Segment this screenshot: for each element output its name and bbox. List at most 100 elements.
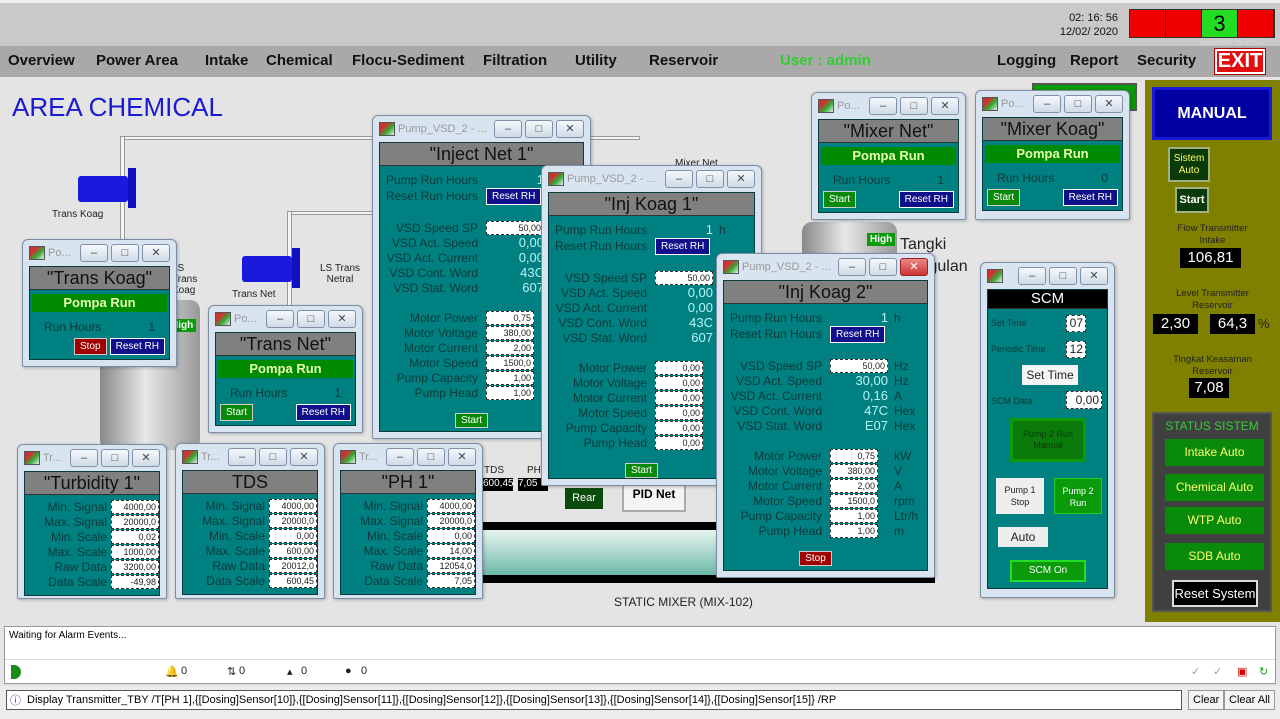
row-value-input[interactable]: 20012,0	[269, 558, 317, 573]
title-bar[interactable]: Pump_VSD_2 - ... – □ ✕	[379, 116, 584, 142]
ack-check-icon[interactable]: ✓	[1191, 665, 1200, 678]
motor-value-input[interactable]: 0,00	[655, 375, 703, 390]
row-value-input[interactable]: 7,05	[427, 573, 475, 588]
nav-intake[interactable]: Intake	[205, 52, 248, 69]
pump-icon[interactable]	[78, 168, 136, 208]
motor-value-input[interactable]: 0,00	[655, 420, 703, 435]
motor-value-input[interactable]: 1,00	[830, 508, 878, 523]
title-bar[interactable]: – □ ✕	[987, 263, 1108, 289]
row-value-input[interactable]: 600,45	[269, 573, 317, 588]
reset-rh-button[interactable]: Reset RH	[655, 237, 711, 255]
minimize-button[interactable]: –	[1018, 267, 1046, 285]
pump1-stop-button[interactable]: Pump 1 Stop	[996, 478, 1044, 514]
start-button[interactable]: Start	[624, 463, 659, 478]
exit-button[interactable]: EXIT	[1214, 48, 1266, 75]
pump2-run-button[interactable]: Pump 2 Run	[1054, 478, 1102, 514]
scm-data-input[interactable]: 0,00	[1066, 391, 1102, 409]
minimize-button[interactable]: –	[70, 449, 98, 467]
vsd-speed-sp-input[interactable]: 50,00	[486, 220, 544, 235]
motor-value-input[interactable]: 2,00	[830, 478, 878, 493]
close-button[interactable]: ✕	[1080, 267, 1108, 285]
reset-rh-button[interactable]: Reset RH	[898, 191, 954, 208]
motor-value-input[interactable]: 380,00	[486, 325, 534, 340]
chemical-auto-button[interactable]: Chemical Auto	[1165, 474, 1264, 501]
row-value-input[interactable]: 12054,0	[427, 558, 475, 573]
maximize-button[interactable]: □	[417, 448, 445, 466]
title-bar[interactable]: Po... – □ ✕	[29, 240, 170, 266]
row-value-input[interactable]: 20000,0	[427, 513, 475, 528]
minimize-button[interactable]: –	[80, 244, 108, 262]
row-value-input[interactable]: 4000,00	[269, 498, 317, 513]
row-value-input[interactable]: 3200,00	[111, 559, 159, 574]
row-value-input[interactable]: 600,00	[269, 543, 317, 558]
title-bar[interactable]: Tr... – □ ✕	[182, 444, 318, 470]
close-button[interactable]: ✕	[900, 258, 928, 276]
nav-power-area[interactable]: Power Area	[96, 52, 178, 69]
set-time-button[interactable]: Set Time	[1022, 365, 1078, 385]
alarm-cell[interactable]	[1166, 10, 1202, 37]
nav-reservoir[interactable]: Reservoir	[649, 52, 718, 69]
close-button[interactable]: ✕	[290, 448, 318, 466]
row-value-input[interactable]: 0,00	[427, 528, 475, 543]
stop-button[interactable]: Stop	[799, 551, 832, 566]
minimize-button[interactable]: –	[494, 120, 522, 138]
vsd-speed-sp-input[interactable]: 50,00	[655, 270, 713, 285]
maximize-button[interactable]: □	[259, 448, 287, 466]
minimize-button[interactable]: –	[386, 448, 414, 466]
title-bar[interactable]: Po... – □ ✕	[215, 306, 356, 332]
title-bar[interactable]: Po... – □ ✕	[818, 93, 959, 119]
minimize-button[interactable]: –	[1033, 95, 1061, 113]
title-bar[interactable]: Pump_VSD_2 - ... – □ ✕	[723, 254, 928, 280]
motor-value-input[interactable]: 380,00	[830, 463, 878, 478]
maximize-button[interactable]: □	[111, 244, 139, 262]
vsd-speed-sp-input[interactable]: 50,00	[830, 358, 888, 373]
motor-value-input[interactable]: 1500,0	[830, 493, 878, 508]
row-value-input[interactable]: 0,02	[111, 529, 159, 544]
start-button[interactable]: Start	[454, 413, 489, 428]
title-bar[interactable]: Tr... – □ ✕	[340, 444, 476, 470]
clear-all-button[interactable]: Clear All	[1224, 690, 1275, 710]
nav-report[interactable]: Report	[1070, 52, 1118, 69]
periodic-time-input[interactable]: 12	[1066, 341, 1086, 358]
row-value-input[interactable]: 4000,00	[427, 498, 475, 513]
manual-button[interactable]: MANUAL	[1152, 87, 1272, 140]
nav-utility[interactable]: Utility	[575, 52, 617, 69]
row-value-input[interactable]: 4000,00	[111, 499, 159, 514]
command-input[interactable]: ⓘ Display Transmitter_TBY /T[PH 1],{[Dos…	[6, 690, 1182, 710]
title-bar[interactable]: Tr... – □ ✕	[24, 445, 160, 471]
minimize-button[interactable]: –	[838, 258, 866, 276]
row-value-input[interactable]: 20000,0	[269, 513, 317, 528]
motor-value-input[interactable]: 1,00	[486, 385, 534, 400]
rear-button[interactable]: Rear	[565, 488, 603, 509]
motor-value-input[interactable]: 1500,0	[486, 355, 534, 370]
reset-rh-button[interactable]: Reset RH	[830, 325, 886, 343]
nav-filtration[interactable]: Filtration	[483, 52, 547, 69]
minimize-button[interactable]: –	[869, 97, 897, 115]
close-button[interactable]: ✕	[931, 97, 959, 115]
close-button[interactable]: ✕	[1095, 95, 1123, 113]
pump-icon[interactable]	[242, 248, 300, 288]
intake-auto-button[interactable]: Intake Auto	[1165, 439, 1264, 466]
nav-chemical[interactable]: Chemical	[266, 52, 333, 69]
motor-value-input[interactable]: 2,00	[486, 340, 534, 355]
title-bar[interactable]: Po... – □ ✕	[982, 91, 1123, 117]
ack-all-check-icon[interactable]: ✓	[1213, 665, 1222, 678]
start-button[interactable]: Start	[220, 404, 254, 421]
title-bar[interactable]: Pump_VSD_2 - ... – □ ✕	[548, 166, 755, 192]
stop-button[interactable]: Stop	[74, 338, 107, 355]
sdb-auto-button[interactable]: SDB Auto	[1165, 543, 1264, 570]
row-value-input[interactable]: -49,98	[111, 574, 159, 589]
close-button[interactable]: ✕	[448, 448, 476, 466]
alarm-cell[interactable]	[1130, 10, 1166, 37]
auto-button[interactable]: Auto	[998, 527, 1048, 547]
scm-on-button[interactable]: SCM On	[1010, 560, 1086, 582]
motor-value-input[interactable]: 0,00	[655, 435, 703, 450]
motor-value-input[interactable]: 1,00	[830, 523, 878, 538]
reset-rh-button[interactable]: Reset RH	[486, 187, 542, 205]
row-value-input[interactable]: 20000,0	[111, 514, 159, 529]
alarm-count-cell[interactable]: 3	[1202, 10, 1238, 37]
start-button[interactable]: Start	[987, 189, 1021, 206]
minimize-button[interactable]: –	[665, 170, 693, 188]
nav-overview[interactable]: Overview	[8, 52, 75, 69]
close-button[interactable]: ✕	[142, 244, 170, 262]
